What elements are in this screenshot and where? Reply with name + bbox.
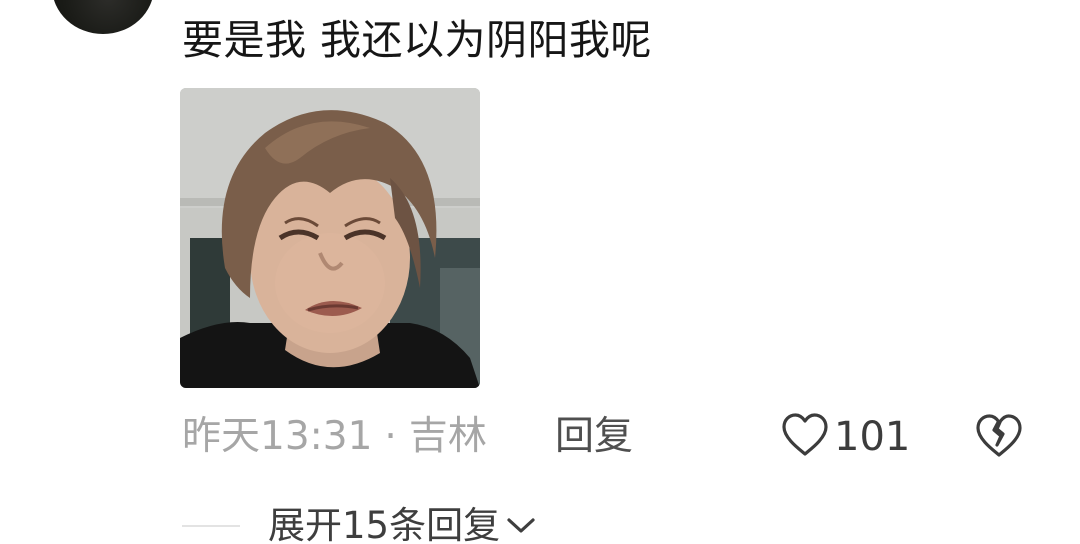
reply-button[interactable]: 回复 xyxy=(555,410,633,464)
like-button[interactable]: 101 xyxy=(780,410,910,464)
expand-replies-label: 展开15条回复 xyxy=(268,504,501,544)
dislike-button[interactable] xyxy=(974,412,1024,462)
meta-separator: · xyxy=(384,414,397,459)
heart-outline-icon xyxy=(780,412,830,462)
comment-text: 要是我 我还以为阴阳我呢 xyxy=(182,16,653,64)
sticker-illustration xyxy=(180,88,480,388)
comment-meta: 昨天13:31 · 吉林 xyxy=(182,410,487,464)
comment-thread: 要是我 我还以为阴阳我呢 昨天13:31 · 吉林 回复 101 展开15条回复 xyxy=(0,0,1080,544)
broken-heart-icon xyxy=(974,414,1024,464)
comment-location: 吉林 xyxy=(408,414,487,459)
divider-line xyxy=(182,525,240,527)
comment-time: 昨天13:31 xyxy=(182,414,373,459)
chevron-down-icon xyxy=(506,516,536,536)
expand-replies-button[interactable]: 展开15条回复 xyxy=(182,502,536,544)
sticker-image[interactable] xyxy=(180,88,480,388)
avatar[interactable] xyxy=(52,0,154,34)
like-count: 101 xyxy=(834,414,911,460)
